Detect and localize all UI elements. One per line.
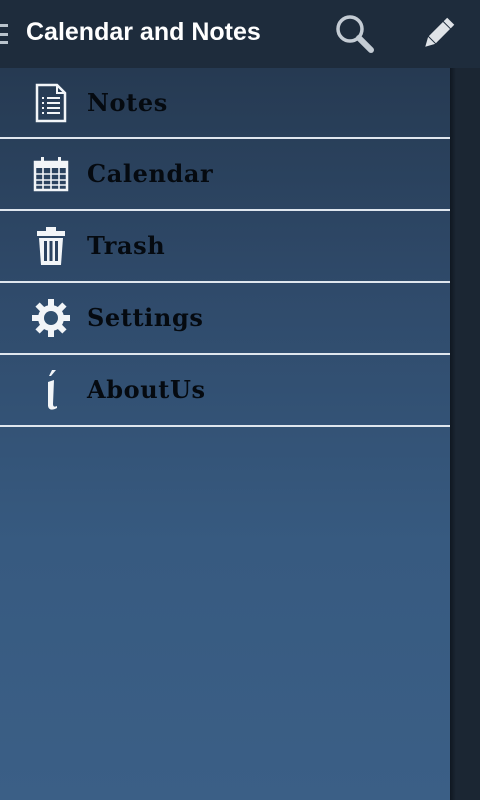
navigation-drawer: Notes Calendar Trash Settings AboutUs (0, 68, 450, 800)
content-scrim[interactable] (450, 68, 480, 800)
app-title: Calendar and Notes (26, 18, 261, 46)
drawer-toggle-icon[interactable] (0, 24, 8, 44)
calendar-icon (30, 153, 72, 195)
drawer-item-label: Settings (87, 302, 204, 332)
gear-icon (30, 297, 72, 339)
drawer-item-trash[interactable]: Trash (0, 211, 450, 283)
drawer-item-label: Calendar (87, 158, 214, 188)
pencil-icon (425, 17, 455, 47)
search-icon (336, 15, 374, 53)
drawer-item-label: Trash (87, 230, 166, 260)
drawer-item-settings[interactable]: Settings (0, 283, 450, 355)
drawer-item-label: AboutUs (87, 374, 206, 404)
drawer-item-calendar[interactable]: Calendar (0, 139, 450, 211)
info-icon (30, 369, 72, 411)
drawer-item-about[interactable]: AboutUs (0, 355, 450, 427)
trash-icon (30, 225, 72, 267)
action-bar: Calendar and Notes (0, 0, 480, 68)
search-button[interactable] (330, 10, 378, 58)
edit-button[interactable] (414, 10, 462, 58)
notes-icon (30, 82, 72, 124)
drawer-item-notes[interactable]: Notes (0, 68, 450, 139)
drawer-item-label: Notes (87, 87, 168, 117)
